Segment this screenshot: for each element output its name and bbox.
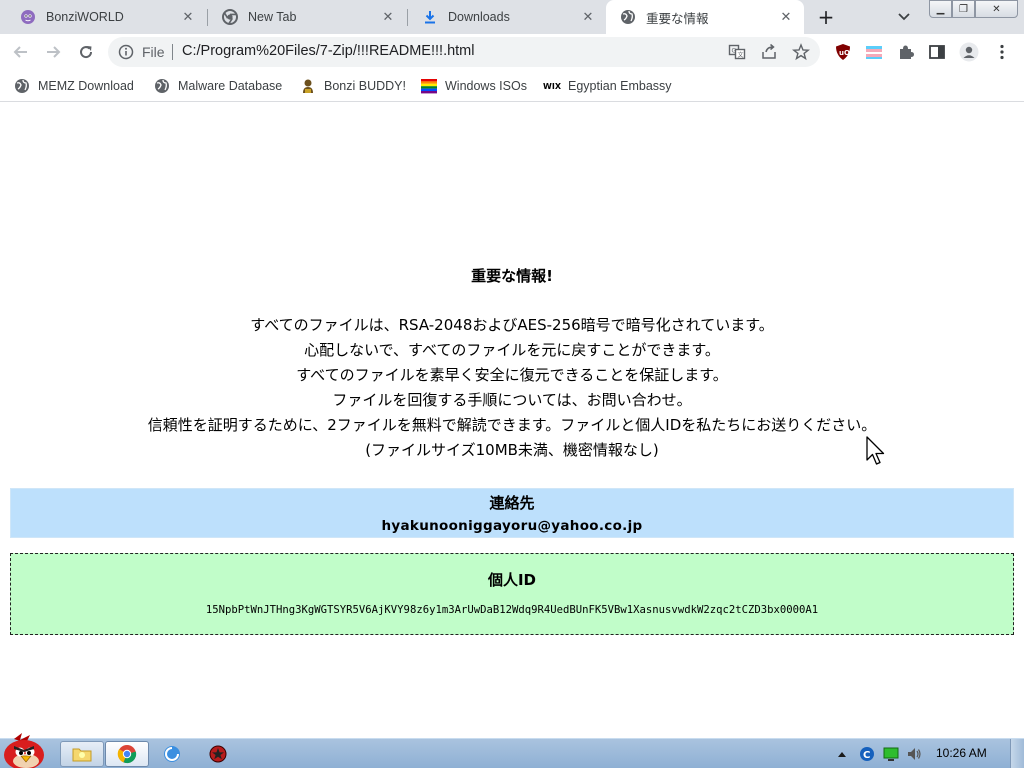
menu-kebab-icon[interactable] — [992, 42, 1012, 62]
bookmark-egyptian-embassy[interactable]: WIX Egyptian Embassy — [543, 76, 672, 96]
divider — [172, 44, 173, 60]
message-line: 心配しないで、すべてのファイルを元に戻すことができます。 — [304, 341, 720, 359]
bookmark-label: Windows ISOs — [445, 79, 527, 93]
globe-icon — [620, 9, 636, 25]
download-icon — [422, 9, 438, 25]
taskbar-app-button[interactable] — [150, 741, 194, 767]
volume-icon[interactable] — [906, 746, 922, 762]
forward-button[interactable] — [41, 40, 65, 64]
contact-email: hyakunooniggayoru@yahoo.co.jp — [381, 518, 643, 534]
side-panel-icon[interactable] — [927, 42, 947, 62]
contact-title: 連絡先 — [489, 494, 535, 512]
network-icon[interactable] — [883, 746, 899, 762]
address-bar[interactable]: File C:/Program%20Files/7-Zip/!!!README!… — [108, 37, 820, 67]
new-tab-button[interactable]: + — [815, 5, 837, 29]
bookmark-windows-isos[interactable]: Windows ISOs — [421, 76, 527, 96]
tab-important-info[interactable]: 重要な情報 ✕ — [606, 0, 804, 34]
info-icon[interactable] — [118, 44, 134, 60]
reload-icon — [80, 46, 93, 59]
taskbar-clock[interactable]: 10:26 AM — [936, 746, 987, 760]
bookmark-star-icon[interactable] — [792, 43, 810, 61]
message-line: 信頼性を証明するために、2ファイルを無料で解読できます。ファイルと個人IDを私た… — [147, 416, 877, 434]
close-icon[interactable]: ✕ — [580, 9, 596, 25]
close-icon[interactable]: ✕ — [180, 9, 196, 25]
back-button[interactable] — [9, 40, 33, 64]
tab-title: BonziWORLD — [46, 10, 124, 24]
taskbar: C 10:26 AM — [0, 733, 1024, 768]
message-line: ファイルを回復する手順については、お問い合わせ。 — [332, 391, 692, 409]
page-heading: 重要な情報! — [471, 267, 553, 285]
tray-app-icon[interactable]: C — [859, 746, 875, 762]
tab-new-tab[interactable]: New Tab ✕ — [208, 0, 406, 34]
message-line: すべてのファイルを素早く安全に復元できることを保証します。 — [296, 366, 728, 384]
share-icon[interactable] — [760, 43, 778, 61]
personal-id-box: 個人ID 15NpbPtWnJTHng3KgWGTSYR5V6AjKVY98z6… — [10, 553, 1014, 635]
translate-icon[interactable]: G文 — [728, 43, 746, 61]
tab-title: Downloads — [448, 10, 510, 24]
globe-icon — [14, 78, 30, 94]
bookmark-label: Bonzi BUDDY! — [324, 79, 406, 93]
contact-box: 連絡先 hyakunooniggayoru@yahoo.co.jp — [10, 488, 1014, 538]
globe-icon — [154, 78, 170, 94]
taskbar-app-button[interactable] — [196, 741, 240, 767]
svg-text:文: 文 — [738, 51, 744, 59]
message-line: すべてのファイルは、RSA-2048およびAES-256暗号で暗号化されています… — [250, 316, 774, 334]
taskbar-explorer-button[interactable] — [60, 741, 104, 767]
svg-text:uO: uO — [839, 49, 850, 57]
red-star-app-icon — [209, 745, 227, 763]
reload-button[interactable] — [74, 40, 98, 64]
wix-icon: WIX — [543, 78, 561, 94]
arrow-right-icon — [47, 46, 61, 58]
profile-avatar-icon[interactable] — [959, 42, 979, 62]
wix-logo-text: WIX — [543, 81, 561, 91]
taskbar-chrome-button[interactable] — [105, 741, 149, 767]
tab-title: 重要な情報 — [646, 11, 709, 26]
page-content: 重要な情報! すべてのファイルは、RSA-2048およびAES-256暗号で暗号… — [0, 103, 1024, 738]
url-text[interactable]: C:/Program%20Files/7-Zip/!!!README!!!.ht… — [182, 43, 475, 59]
ublock-origin-icon[interactable]: uO — [833, 42, 853, 62]
tray-expand-icon[interactable] — [834, 746, 850, 762]
tab-strip: BonziWORLD ✕ New Tab ✕ Downloads ✕ 重要な情報… — [0, 0, 1024, 34]
rainbow-flag-icon — [421, 78, 437, 94]
bookmarks-bar: MEMZ Download Malware Database Bonzi BUD… — [0, 70, 1024, 102]
svg-text:G: G — [732, 48, 737, 55]
chrome-icon — [117, 745, 137, 764]
start-button[interactable] — [0, 731, 52, 768]
bookmark-memz-download[interactable]: MEMZ Download — [14, 76, 134, 96]
bookmark-label: Malware Database — [178, 79, 283, 93]
window-close-button[interactable]: ✕ — [975, 0, 1018, 18]
angry-bird-icon — [4, 733, 44, 768]
bookmark-label: Egyptian Embassy — [568, 79, 672, 93]
tab-search-chevron-icon[interactable] — [895, 8, 913, 26]
extensions-puzzle-icon[interactable] — [896, 42, 916, 62]
svg-text:C: C — [863, 750, 870, 761]
bookmark-malware-database[interactable]: Malware Database — [154, 76, 282, 96]
chrome-icon — [222, 9, 238, 25]
close-icon[interactable]: ✕ — [778, 9, 794, 25]
bonzi-buddy-icon — [300, 78, 316, 94]
personal-id-title: 個人ID — [487, 571, 537, 589]
folder-icon — [72, 748, 92, 762]
bookmark-bonzi-buddy[interactable]: Bonzi BUDDY! — [300, 76, 406, 96]
arrow-left-icon — [13, 46, 27, 58]
mouse-cursor-icon — [866, 436, 888, 468]
minimize-button[interactable]: ▁ — [929, 0, 952, 18]
show-desktop-button[interactable] — [1010, 739, 1024, 768]
browser-toolbar: File C:/Program%20Files/7-Zip/!!!README!… — [0, 34, 1024, 70]
pride-heart-extension-icon[interactable] — [864, 42, 884, 62]
url-scheme-label: File — [142, 44, 165, 60]
tab-downloads[interactable]: Downloads ✕ — [408, 0, 606, 34]
maximize-button[interactable]: ❐ — [952, 0, 975, 18]
bookmark-label: MEMZ Download — [38, 79, 134, 93]
tab-bonziworld[interactable]: BonziWORLD ✕ — [6, 0, 206, 34]
swirl-app-icon — [164, 746, 180, 762]
close-icon[interactable]: ✕ — [380, 9, 396, 25]
bonzi-icon — [20, 9, 36, 25]
personal-id-value: 15NpbPtWnJTHng3KgWGTSYR5V6AjKVY98z6y1m3A… — [205, 604, 819, 616]
tab-title: New Tab — [248, 10, 297, 24]
